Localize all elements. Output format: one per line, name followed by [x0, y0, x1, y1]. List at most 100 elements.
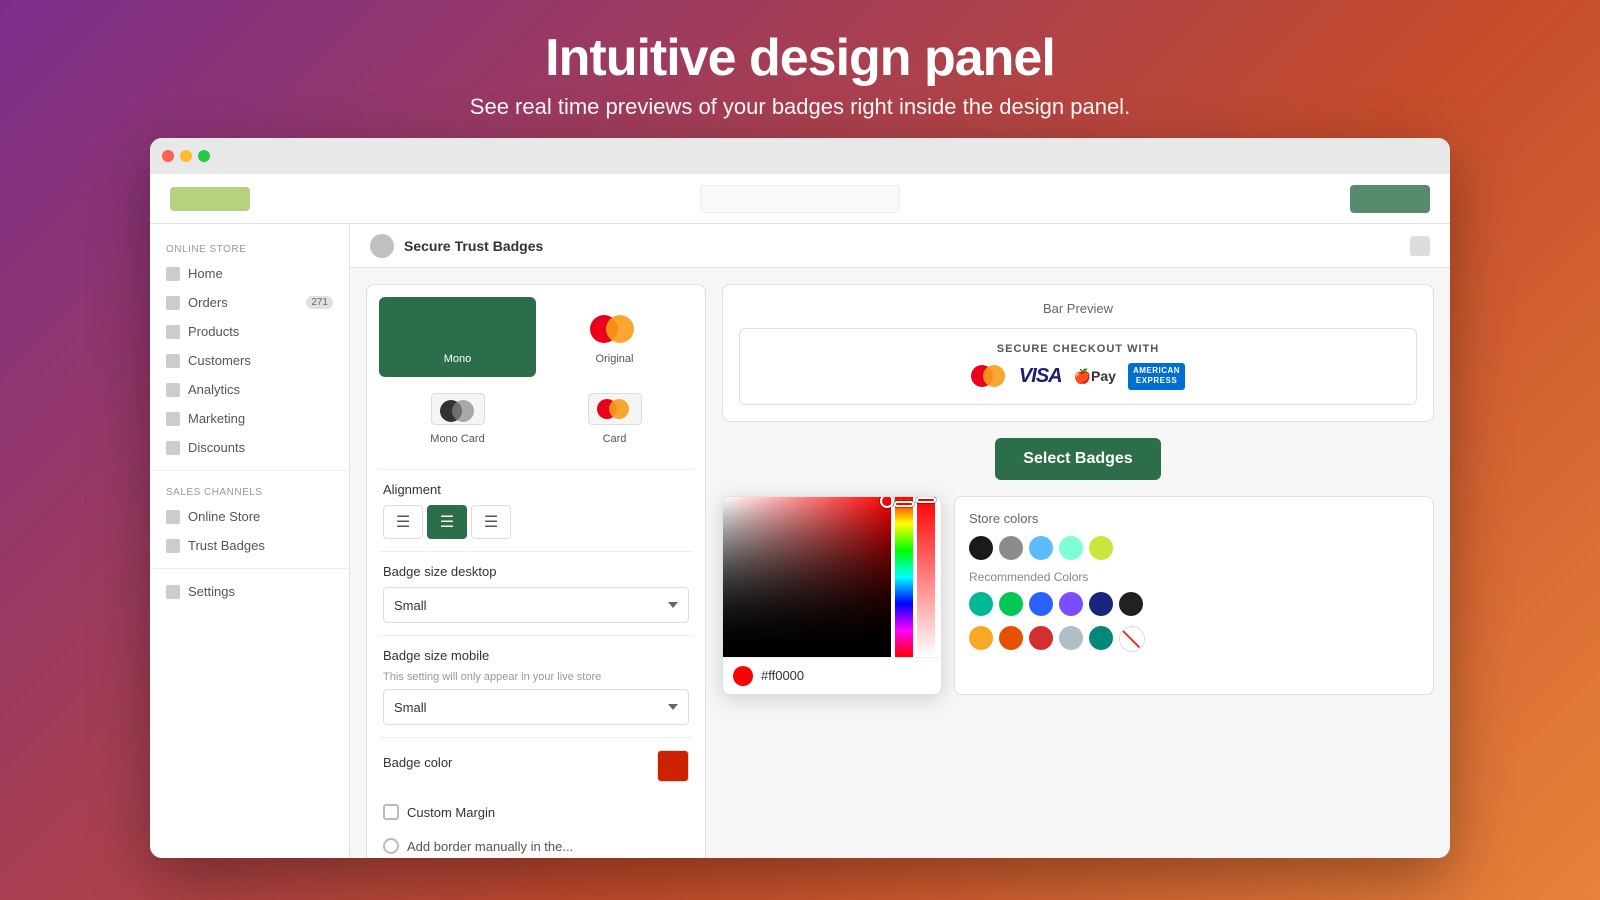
- store-color-4[interactable]: [1059, 536, 1083, 560]
- color-picker-top: [723, 497, 941, 657]
- badge-size-mobile-select[interactable]: Small Medium Large: [383, 689, 689, 725]
- hero-title: Intuitive design panel: [470, 28, 1130, 88]
- rec-color-2[interactable]: [999, 592, 1023, 616]
- sidebar-item-customers[interactable]: Customers: [150, 346, 349, 375]
- store-color-2[interactable]: [999, 536, 1023, 560]
- color-row: Badge color: [383, 750, 689, 782]
- settings-icon: [166, 585, 180, 599]
- sidebar-divider-1: [150, 470, 349, 471]
- applepay-badge: 🍎Pay: [1074, 368, 1116, 385]
- rec-color-3[interactable]: [1029, 592, 1053, 616]
- color-gradient[interactable]: [723, 497, 891, 657]
- badge-size-mobile-label: Badge size mobile: [383, 648, 689, 663]
- align-right-button[interactable]: ☰: [471, 505, 511, 539]
- alignment-buttons: ☰ ☰ ☰: [383, 505, 689, 539]
- badge-color-section: Badge color: [367, 738, 705, 794]
- sidebar-item-analytics[interactable]: Analytics: [150, 375, 349, 404]
- preview-title: Bar Preview: [739, 301, 1417, 316]
- app-container: Online Store Home Orders 271 Products Cu…: [150, 174, 1450, 858]
- sidebar-item-marketing[interactable]: Marketing: [150, 404, 349, 433]
- minimize-dot: [180, 150, 192, 162]
- badge-size-desktop-label: Badge size desktop: [383, 564, 689, 579]
- radio-button[interactable]: [383, 838, 399, 854]
- rec-color-1[interactable]: [969, 592, 993, 616]
- badge-type-mono[interactable]: Mono: [379, 297, 536, 377]
- preview-panel: Bar Preview SECURE CHECKOUT WITH: [722, 284, 1434, 422]
- sidebar-item-discounts[interactable]: Discounts: [150, 433, 349, 462]
- badge-type-original[interactable]: Original: [536, 297, 693, 377]
- amex-badge: AMERICANEXPRESS: [1128, 363, 1185, 390]
- custom-margin-row: Custom Margin: [367, 794, 705, 830]
- mono-icon-container: [428, 309, 488, 349]
- bar-preview-label: SECURE CHECKOUT WITH: [997, 343, 1159, 355]
- sidebar-item-home[interactable]: Home: [150, 259, 349, 288]
- mc-badge-preview: [971, 364, 1007, 388]
- bottom-section: hex Store colors: [722, 496, 1434, 695]
- sidebar-item-online-store[interactable]: Online Store: [150, 502, 349, 531]
- rec-color-7[interactable]: [969, 626, 993, 650]
- card-label: Card: [603, 433, 627, 445]
- orders-icon: [166, 296, 180, 310]
- badge-type-mono-card[interactable]: Mono Card: [379, 377, 536, 457]
- store-color-dots: [969, 536, 1419, 560]
- main-layout: Online Store Home Orders 271 Products Cu…: [150, 224, 1450, 858]
- badge-type-card[interactable]: Card: [536, 377, 693, 457]
- sidebar-section-title-1: Online Store: [150, 236, 349, 259]
- rec-color-9[interactable]: [1029, 626, 1053, 650]
- custom-margin-checkbox[interactable]: [383, 804, 399, 820]
- store-color-3[interactable]: [1029, 536, 1053, 560]
- sidebar-item-orders[interactable]: Orders 271: [150, 288, 349, 317]
- color-circle-preview: [733, 666, 753, 686]
- align-center-button[interactable]: ☰: [427, 505, 467, 539]
- store-color-1[interactable]: [969, 536, 993, 560]
- rec-color-11[interactable]: [1089, 626, 1113, 650]
- rec-color-4[interactable]: [1059, 592, 1083, 616]
- hue-handle[interactable]: [894, 501, 914, 507]
- badge-color-label: Badge color: [383, 755, 452, 770]
- sidebar: Online Store Home Orders 271 Products Cu…: [150, 224, 350, 858]
- original-icon-container: [585, 309, 645, 349]
- content-area: Secure Trust Badges: [350, 224, 1450, 858]
- badge-color-swatch[interactable]: [657, 750, 689, 782]
- recommended-dots-row2: [969, 626, 1419, 650]
- rec-color-6[interactable]: [1119, 592, 1143, 616]
- opacity-handle[interactable]: [916, 497, 936, 503]
- store-colors-panel: Store colors Recommended Colors: [954, 496, 1434, 695]
- alignment-label: Alignment: [383, 482, 689, 497]
- badge-size-mobile-section: Badge size mobile This setting will only…: [367, 636, 705, 737]
- nav-button: [1350, 185, 1430, 213]
- select-badges-button[interactable]: Select Badges: [995, 438, 1160, 480]
- custom-margin-label: Custom Margin: [407, 805, 495, 820]
- align-left-button[interactable]: ☰: [383, 505, 423, 539]
- badge-size-desktop-select[interactable]: Small Medium Large: [383, 587, 689, 623]
- shopify-logo: [170, 187, 250, 211]
- analytics-icon: [166, 383, 180, 397]
- store-color-5[interactable]: [1089, 536, 1113, 560]
- hue-strip[interactable]: [895, 497, 913, 657]
- hex-input[interactable]: [761, 668, 937, 683]
- close-dot: [162, 150, 174, 162]
- gradient-handle[interactable]: [880, 496, 894, 508]
- top-nav: [150, 174, 1450, 224]
- page-settings-icon[interactable]: [1410, 236, 1430, 256]
- right-panel: Bar Preview SECURE CHECKOUT WITH: [722, 284, 1434, 858]
- card-icon-container: [585, 389, 645, 429]
- rec-color-10[interactable]: [1059, 626, 1083, 650]
- no-color-option[interactable]: [1119, 626, 1143, 650]
- discounts-icon: [166, 441, 180, 455]
- radio-row: Add border manually in the...: [367, 830, 705, 858]
- panel-content: Mono Original: [350, 268, 1450, 858]
- customers-icon: [166, 354, 180, 368]
- opacity-strip[interactable]: [917, 497, 935, 657]
- rec-color-5[interactable]: [1089, 592, 1113, 616]
- sidebar-item-products[interactable]: Products: [150, 317, 349, 346]
- hero-subtitle: See real time previews of your badges ri…: [470, 94, 1130, 120]
- sidebar-item-trust-badges[interactable]: Trust Badges: [150, 531, 349, 560]
- mono-card-right: [452, 400, 474, 422]
- rec-color-8[interactable]: [999, 626, 1023, 650]
- browser-window: Online Store Home Orders 271 Products Cu…: [150, 138, 1450, 858]
- sidebar-item-settings[interactable]: Settings: [150, 577, 349, 606]
- visa-badge: VISA: [1019, 365, 1062, 388]
- mc-preview-right: [983, 365, 1005, 387]
- mc-original-right: [606, 315, 634, 343]
